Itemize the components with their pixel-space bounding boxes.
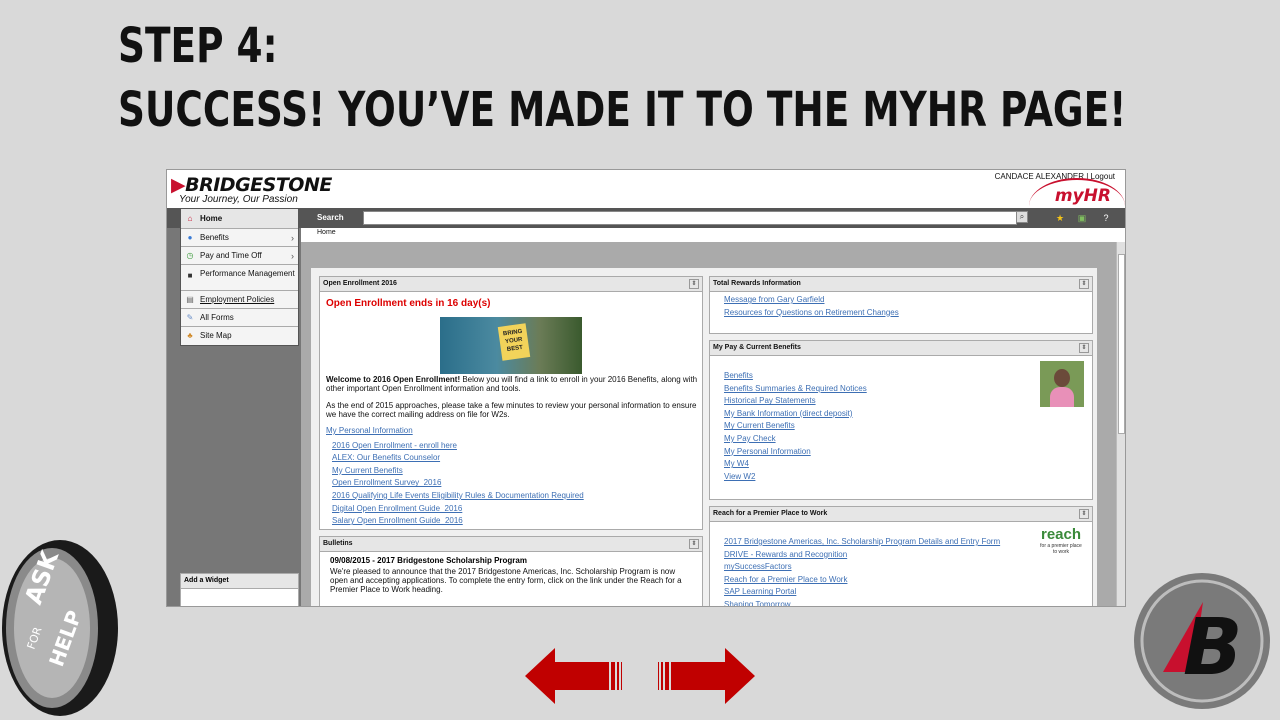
bulletin-heading: 09/08/2015 - 2017 Bridgestone Scholarshi…	[330, 556, 527, 565]
globe-icon: ●	[187, 233, 193, 242]
breadcrumb[interactable]: Home	[317, 229, 336, 236]
star-icon[interactable]: ★	[1055, 213, 1065, 223]
sidebar-item-benefits[interactable]: ● Benefits ›	[181, 229, 298, 247]
rewards-link[interactable]: Message from Gary Garfield	[724, 294, 1092, 307]
pin-icon[interactable]: ⇕	[1079, 343, 1089, 353]
clock-icon: ◷	[186, 251, 194, 260]
previous-arrow-button[interactable]	[525, 648, 625, 704]
sidebar-item-home[interactable]: ⌂ Home	[181, 209, 298, 229]
welcome-paragraph: Welcome to 2016 Open Enrollment! Below y…	[326, 375, 698, 393]
chevron-right-icon: ›	[291, 233, 294, 243]
enrollment-banner-image: BRING YOUR BEST	[440, 317, 582, 374]
enrollment-link[interactable]: 2016 Qualifying Life Events Eligibility …	[332, 490, 702, 503]
slide-title-line-1: STEP 4:	[118, 18, 278, 74]
my-pay-panel: My Pay & Current Benefits ⇕ Benefits Bene…	[709, 340, 1093, 500]
sidebar-item-pay-and-time-off[interactable]: ◷ Pay and Time Off ›	[181, 247, 298, 265]
panel-title: Reach for a Premier Place to Work ⇕	[710, 507, 1092, 522]
briefcase-icon: ■	[187, 271, 193, 280]
breadcrumb-bar	[301, 228, 1125, 242]
reach-logo: reach for a premier place to work	[1040, 526, 1082, 556]
open-enrollment-panel: Open Enrollment 2016 ⇕ Open Enrollment en…	[319, 276, 703, 530]
my-personal-information-link[interactable]: My Personal Information	[326, 425, 702, 438]
myhr-logo: myHR	[1054, 186, 1111, 206]
enrollment-link[interactable]: ALEX: Our Benefits Counselor	[332, 452, 702, 465]
enrollment-link[interactable]: Digital Open Enrollment Guide_2016	[332, 503, 702, 516]
sidebar-item-employment-policies[interactable]: ▤ Employment Policies	[181, 291, 298, 309]
sidebar-item-site-map[interactable]: ♣ Site Map	[181, 327, 298, 345]
reach-links: 2017 Bridgestone Americas, Inc. Scholars…	[724, 536, 1092, 606]
enrollment-alert: Open Enrollment ends in 16 day(s)	[326, 298, 491, 309]
pin-icon[interactable]: ⇕	[689, 539, 699, 549]
next-arrow-button[interactable]	[655, 648, 755, 704]
portal-area: Open Enrollment 2016 ⇕ Open Enrollment en…	[311, 268, 1097, 606]
my-pay-link[interactable]: My Personal Information	[724, 446, 1092, 459]
document-icon: ▤	[186, 295, 194, 304]
bulletins-panel: Bulletins ⇕ 09/08/2015 - 2017 Bridgestone…	[319, 536, 703, 606]
scrollbar-thumb[interactable]	[1118, 254, 1125, 434]
my-pay-link[interactable]: Historical Pay Statements	[724, 395, 1092, 408]
rewards-link[interactable]: Resources for Questions on Retirement Ch…	[724, 307, 1092, 320]
add-widget-box: Add a Widget	[180, 573, 299, 606]
reach-link[interactable]: 2017 Bridgestone Americas, Inc. Scholars…	[724, 536, 1092, 549]
reach-panel: Reach for a Premier Place to Work ⇕ reach…	[709, 506, 1093, 606]
page-scrollbar[interactable]	[1116, 242, 1125, 606]
panel-title: Total Rewards Information ⇕	[710, 277, 1092, 292]
main-content: Open Enrollment 2016 ⇕ Open Enrollment en…	[301, 242, 1125, 606]
panel-title: Open Enrollment 2016 ⇕	[320, 277, 702, 292]
help-icon[interactable]: ?	[1101, 213, 1111, 223]
search-label: Search	[317, 213, 344, 222]
my-pay-link[interactable]: My W4	[724, 458, 1092, 471]
header: ▶BRIDGESTONE Your Journey, Our Passion C…	[167, 170, 1125, 208]
pin-icon[interactable]: ⇕	[1079, 279, 1089, 289]
search-input[interactable]	[363, 211, 1017, 225]
enrollment-link[interactable]: My Current Benefits	[332, 465, 702, 478]
reach-link[interactable]: mySuccessFactors	[724, 561, 1092, 574]
banner-sign: BRING YOUR BEST	[497, 323, 531, 361]
form-icon: ✎	[186, 313, 194, 322]
enrollment-links: 2016 Open Enrollment - enroll here ALEX:…	[332, 440, 702, 528]
left-column: ⌂ Home ● Benefits › ◷ Pay and Time Off ›…	[167, 208, 301, 606]
my-pay-link[interactable]: My Current Benefits	[724, 420, 1092, 433]
bridgestone-logo[interactable]: ▶BRIDGESTONE	[171, 174, 332, 196]
badge-letter: B	[1183, 603, 1242, 693]
sidebar-item-performance-management[interactable]: ■ Performance Management	[181, 265, 298, 291]
total-rewards-panel: Total Rewards Information ⇕ Message from …	[709, 276, 1093, 334]
pin-icon[interactable]: ⇕	[689, 279, 699, 289]
pin-icon[interactable]: ⇕	[1079, 509, 1089, 519]
slide-title: STEP 4: SUCCESS! YOU’VE MADE IT TO THE M…	[118, 14, 1126, 142]
reach-link[interactable]: Reach for a Premier Place to Work	[724, 574, 1092, 587]
enrollment-link[interactable]: 2016 Open Enrollment - enroll here	[332, 440, 702, 453]
myhr-screenshot: ▶BRIDGESTONE Your Journey, Our Passion C…	[166, 169, 1126, 607]
my-pay-link[interactable]: Benefits Summaries & Required Notices	[724, 383, 1092, 396]
my-pay-link[interactable]: My Bank Information (direct deposit)	[724, 408, 1092, 421]
my-pay-link[interactable]: My Pay Check	[724, 433, 1092, 446]
bridgestone-b-badge: B	[1134, 573, 1270, 709]
my-pay-link[interactable]: Benefits	[724, 370, 1092, 383]
reach-link[interactable]: SAP Learning Portal	[724, 586, 1092, 599]
mailing-paragraph: As the end of 2015 approaches, please ta…	[326, 401, 697, 419]
enrollment-link[interactable]: Open Enrollment Survey_2016	[332, 477, 702, 490]
calendar-icon[interactable]: ▣	[1077, 213, 1087, 223]
sitemap-icon: ♣	[187, 331, 193, 340]
my-pay-links: Benefits Benefits Summaries & Required N…	[724, 370, 1092, 483]
avatar	[1040, 361, 1084, 407]
panel-title: My Pay & Current Benefits ⇕	[710, 341, 1092, 356]
tire-graphic: ASK FOR HELP	[2, 540, 118, 716]
tagline: Your Journey, Our Passion	[179, 194, 298, 205]
slide-title-line-2: SUCCESS! YOU’VE MADE IT TO THE MYHR PAGE…	[118, 82, 1127, 138]
reach-link[interactable]: DRIVE - Rewards and Recognition	[724, 549, 1092, 562]
bulletin-text: We're pleased to announce that the 2017 …	[330, 567, 682, 594]
enrollment-link[interactable]: Salary Open Enrollment Guide_2016	[332, 515, 702, 528]
sidebar-item-all-forms[interactable]: ✎ All Forms	[181, 309, 298, 327]
panel-title: Bulletins ⇕	[320, 537, 702, 552]
house-icon: ⌂	[187, 214, 193, 223]
add-widget-label[interactable]: Add a Widget	[181, 574, 298, 589]
magnifier-icon[interactable]: ⌕	[1016, 211, 1028, 223]
my-pay-link[interactable]: View W2	[724, 471, 1092, 484]
sidebar-menu: ⌂ Home ● Benefits › ◷ Pay and Time Off ›…	[180, 208, 299, 346]
chevron-right-icon: ›	[291, 251, 294, 261]
reach-link[interactable]: Shaping Tomorrow	[724, 599, 1092, 606]
